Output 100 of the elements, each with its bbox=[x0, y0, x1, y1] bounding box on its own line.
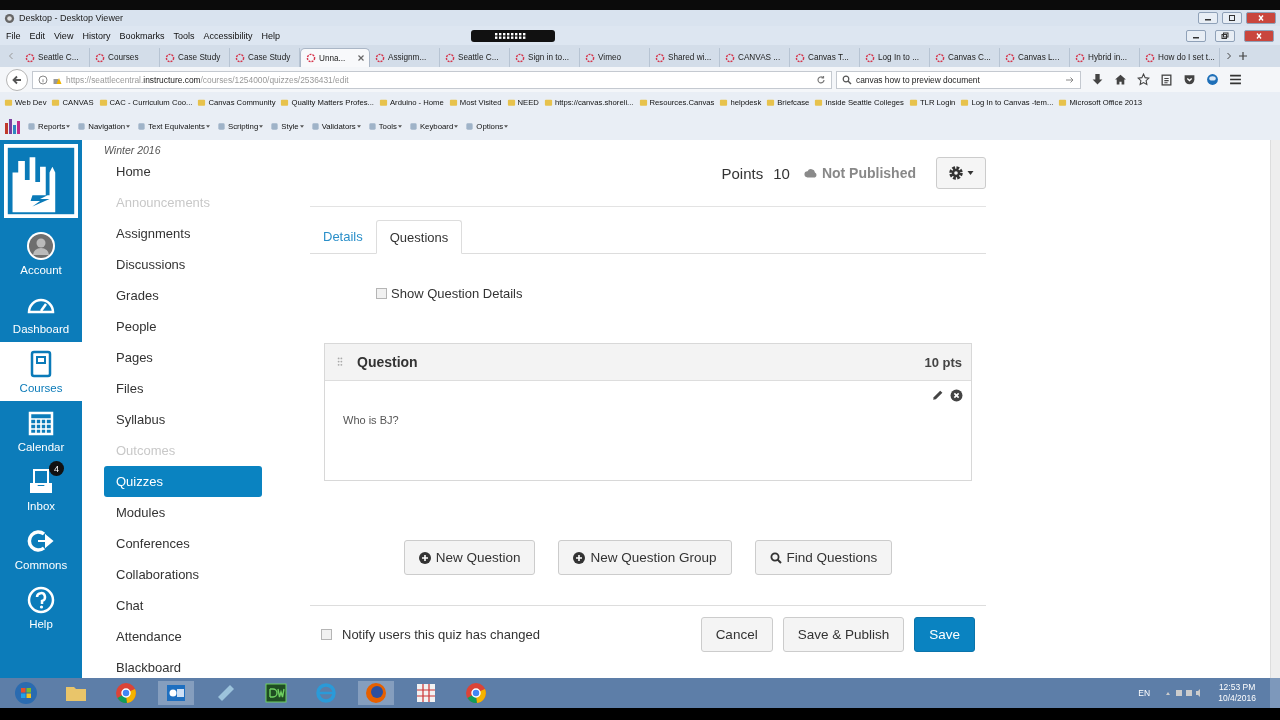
reload-icon[interactable] bbox=[816, 74, 826, 85]
course-nav-link[interactable]: Discussions bbox=[104, 257, 262, 272]
clipboard-icon[interactable] bbox=[1160, 73, 1173, 86]
tab-title: Sign in to... bbox=[528, 53, 570, 62]
menu-icon[interactable] bbox=[1229, 73, 1242, 86]
quiz-tab[interactable]: Questions bbox=[375, 220, 463, 254]
delete-icon[interactable] bbox=[950, 389, 963, 402]
search-icon bbox=[769, 551, 782, 564]
footer-button[interactable]: Save & Publish bbox=[782, 617, 905, 652]
address-field[interactable]: https://seattlecentral.instructure.com/courses/1254000/quizzes/2536431/edit bbox=[32, 70, 832, 89]
nav-item[interactable]: Commons bbox=[0, 519, 82, 578]
folder-icon bbox=[638, 97, 648, 107]
nav-item[interactable]: Courses bbox=[0, 342, 82, 401]
language-indicator[interactable]: EN bbox=[1138, 688, 1151, 698]
tab-title: Assignm... bbox=[388, 53, 428, 62]
course-nav-link[interactable]: Assignments bbox=[104, 226, 262, 241]
tab-title: Hybrid in... bbox=[1088, 53, 1129, 62]
minimize-button[interactable] bbox=[1186, 29, 1206, 42]
minimize-button[interactable] bbox=[1198, 12, 1218, 24]
save-button[interactable]: Save bbox=[914, 617, 975, 652]
scrollbar[interactable] bbox=[1270, 140, 1280, 678]
course-nav-link[interactable]: Pages bbox=[104, 350, 262, 365]
new-tab-icon[interactable] bbox=[1237, 51, 1248, 61]
close-button[interactable] bbox=[1244, 29, 1274, 42]
menu-item[interactable]: Bookmarks bbox=[119, 30, 165, 41]
site-icon bbox=[445, 52, 455, 63]
tab-title: Case Study bbox=[178, 53, 222, 62]
site-icon bbox=[865, 52, 875, 63]
course-nav-link[interactable]: Attendance bbox=[104, 629, 262, 644]
home-icon[interactable] bbox=[1114, 73, 1127, 86]
tool-icon bbox=[77, 121, 87, 131]
course-nav-link[interactable]: Quizzes bbox=[104, 466, 262, 497]
checkbox[interactable] bbox=[321, 629, 332, 640]
site-icon bbox=[725, 52, 735, 63]
back-arrow-icon bbox=[11, 73, 23, 86]
quiz-tab[interactable]: Details bbox=[310, 220, 376, 253]
browser-tab[interactable]: Unna... bbox=[300, 48, 370, 67]
folder-icon bbox=[98, 97, 108, 107]
course-nav-link[interactable]: Collaborations bbox=[104, 567, 262, 582]
folder-icon bbox=[51, 97, 61, 107]
tab-title: Courses bbox=[108, 53, 140, 62]
caret-icon bbox=[454, 124, 459, 128]
action-button[interactable]: New Question Group bbox=[558, 540, 732, 575]
search-field[interactable]: canvas how to preview document bbox=[836, 70, 1081, 89]
menu-item[interactable]: Tools bbox=[173, 30, 195, 41]
close-button[interactable] bbox=[1246, 12, 1276, 24]
tool-icon bbox=[367, 121, 377, 131]
menu-item[interactable]: Edit bbox=[29, 30, 46, 41]
url-text: https://seattlecentral.instructure.com/courses/1254000/quizzes/2536431/edit bbox=[66, 74, 349, 85]
download-icon[interactable] bbox=[1091, 73, 1104, 86]
course-nav-link[interactable]: Syllabus bbox=[104, 412, 262, 427]
nav-item[interactable]: Calendar bbox=[0, 401, 82, 460]
tab-title: Seattle C... bbox=[458, 53, 500, 62]
course-nav-link[interactable]: Home bbox=[104, 164, 262, 179]
gear-icon bbox=[948, 165, 964, 181]
window-title: Desktop - Desktop Viewer bbox=[19, 13, 123, 23]
menu-item[interactable]: Help bbox=[261, 30, 280, 41]
nav-item[interactable]: 4 Inbox bbox=[0, 460, 82, 519]
action-button[interactable]: New Question bbox=[403, 540, 536, 575]
points-label: Points bbox=[721, 164, 764, 182]
college-logo[interactable] bbox=[4, 144, 78, 218]
site-icon bbox=[375, 52, 385, 63]
globe-icon[interactable] bbox=[1206, 73, 1219, 86]
go-arrow-icon[interactable] bbox=[1065, 74, 1075, 85]
nav-item[interactable]: Help bbox=[0, 578, 82, 637]
course-nav-link[interactable]: Conferences bbox=[104, 536, 262, 551]
action-button[interactable]: Find Questions bbox=[754, 540, 893, 575]
drag-handle-icon[interactable] bbox=[337, 356, 343, 368]
course-nav-link[interactable]: People bbox=[104, 319, 262, 334]
nav-item[interactable]: Dashboard bbox=[0, 283, 82, 342]
menu-item[interactable]: File bbox=[6, 30, 21, 41]
back-button[interactable] bbox=[6, 68, 28, 91]
course-nav-link[interactable]: Modules bbox=[104, 505, 262, 520]
footer-button[interactable]: Cancel bbox=[700, 617, 773, 652]
menu-item[interactable]: Accessibility bbox=[203, 30, 253, 41]
pocket-icon[interactable] bbox=[1183, 73, 1196, 86]
tool-icon bbox=[465, 121, 475, 131]
close-tab-icon[interactable] bbox=[357, 54, 365, 62]
menu-item[interactable]: View bbox=[54, 30, 74, 41]
browser-icon[interactable] bbox=[358, 681, 394, 705]
tab-title: Shared wi... bbox=[668, 53, 713, 62]
close-icon bbox=[1256, 14, 1266, 22]
tab-title: Case Study bbox=[248, 53, 292, 62]
course-nav-link[interactable]: Grades bbox=[104, 288, 262, 303]
checkbox[interactable] bbox=[376, 287, 387, 299]
maximize-button[interactable] bbox=[1222, 12, 1242, 24]
course-nav-link[interactable]: Chat bbox=[104, 598, 262, 613]
question-points: 10 pts bbox=[924, 354, 962, 370]
folder-icon bbox=[280, 97, 290, 107]
star-icon[interactable] bbox=[1137, 73, 1150, 86]
menu-item[interactable]: History bbox=[82, 30, 111, 41]
site-icon bbox=[1145, 52, 1155, 63]
settings-button[interactable] bbox=[936, 157, 986, 189]
edit-icon[interactable] bbox=[931, 389, 944, 402]
restore-button[interactable] bbox=[1215, 29, 1235, 42]
mail-icon[interactable] bbox=[158, 681, 194, 705]
course-nav-link[interactable]: Blackboard bbox=[104, 660, 262, 675]
nav-item[interactable]: Account bbox=[0, 224, 82, 283]
course-nav-link[interactable]: Files bbox=[104, 381, 262, 396]
tab-title: Seattle C... bbox=[38, 53, 80, 62]
